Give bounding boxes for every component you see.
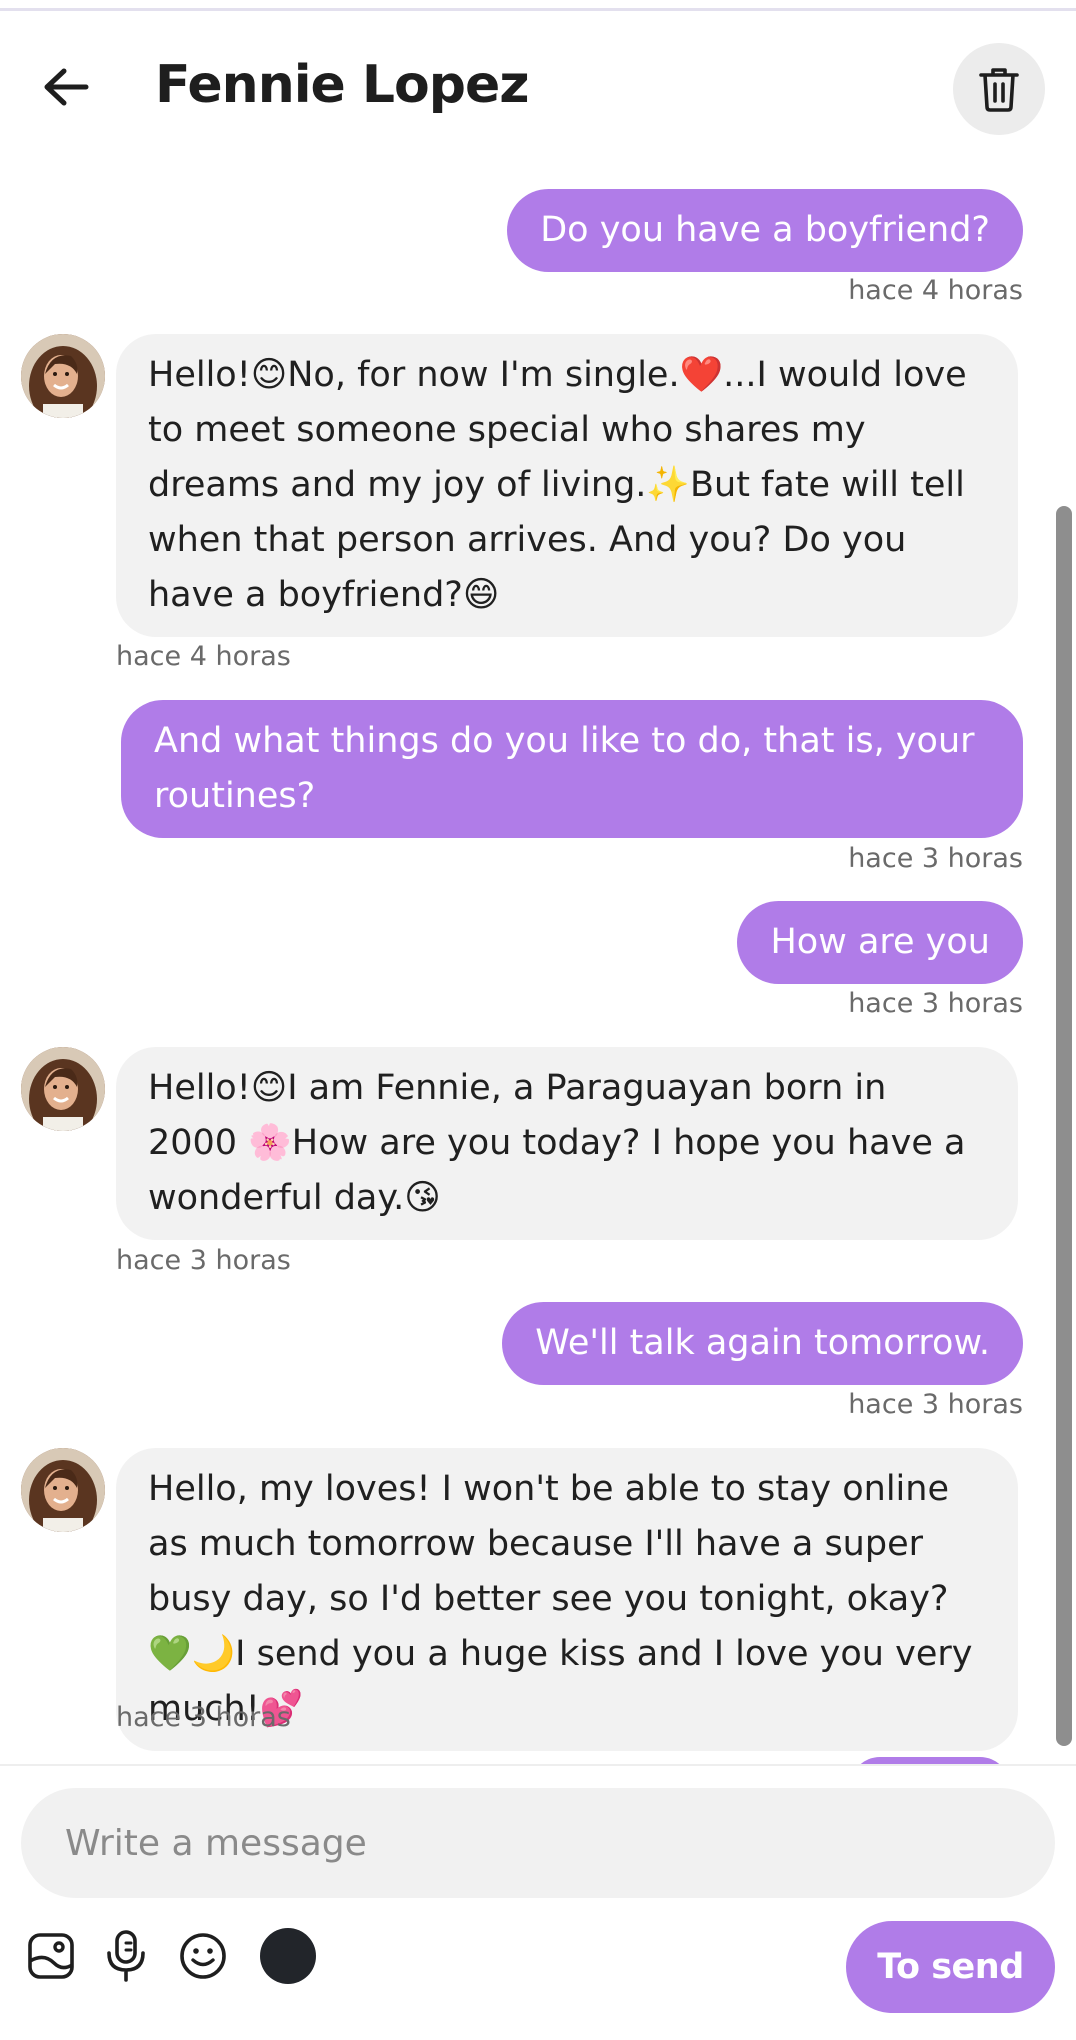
send-button[interactable]: To send bbox=[846, 1921, 1055, 2013]
message-list[interactable]: Do you have a boyfriend? hace 4 horas He… bbox=[0, 171, 1076, 1764]
message-bubble-outgoing[interactable]: And what things do you like to do, that … bbox=[121, 700, 1023, 838]
message-bubble-incoming[interactable]: Hello!😊I am Fennie, a Paraguayan born in… bbox=[116, 1047, 1018, 1240]
avatar-photo bbox=[21, 1047, 105, 1131]
chat-header: Fennie Lopez bbox=[0, 11, 1076, 171]
avatar-photo bbox=[21, 1448, 105, 1532]
voice-message-button[interactable] bbox=[96, 1926, 156, 1986]
image-icon bbox=[28, 1933, 74, 1979]
attach-image-button[interactable] bbox=[21, 1926, 81, 1986]
message-bubble-outgoing[interactable]: Do you have a boyfriend? bbox=[507, 189, 1023, 272]
message-timestamp: hace 3 horas bbox=[116, 1702, 291, 1733]
scrollbar[interactable] bbox=[1056, 506, 1072, 1746]
page-title: Fennie Lopez bbox=[155, 55, 530, 115]
message-composer: To send bbox=[0, 1764, 1076, 2040]
message-bubble-outgoing[interactable]: How are you bbox=[737, 901, 1023, 984]
avatar[interactable] bbox=[21, 1047, 105, 1131]
microphone-icon bbox=[107, 1930, 145, 1982]
avatar[interactable] bbox=[21, 1448, 105, 1532]
color-swatch bbox=[260, 1928, 316, 1984]
avatar-photo bbox=[21, 334, 105, 418]
message-timestamp: hace 3 horas bbox=[848, 988, 1023, 1019]
delete-chat-button[interactable] bbox=[953, 43, 1045, 135]
message-timestamp: hace 4 horas bbox=[116, 641, 291, 672]
emoji-icon bbox=[180, 1933, 226, 1979]
message-input[interactable] bbox=[65, 1788, 1025, 1898]
trash-icon bbox=[979, 68, 1019, 112]
message-timestamp: hace 3 horas bbox=[848, 1389, 1023, 1420]
color-picker-button[interactable] bbox=[258, 1926, 318, 1986]
message-timestamp: hace 3 horas bbox=[116, 1245, 291, 1276]
message-timestamp: hace 4 horas bbox=[848, 275, 1023, 306]
back-button[interactable] bbox=[30, 51, 102, 123]
arrow-left-icon bbox=[44, 68, 89, 106]
emoji-button[interactable] bbox=[173, 1926, 233, 1986]
message-bubble-outgoing-partial[interactable] bbox=[850, 1757, 1010, 1764]
message-bubble-outgoing[interactable]: We'll talk again tomorrow. bbox=[502, 1302, 1023, 1385]
message-timestamp: hace 3 horas bbox=[848, 843, 1023, 874]
avatar[interactable] bbox=[21, 334, 105, 418]
message-input-wrapper[interactable] bbox=[21, 1788, 1055, 1898]
message-bubble-incoming[interactable]: Hello!😊No, for now I'm single.❤️...I wou… bbox=[116, 334, 1018, 637]
